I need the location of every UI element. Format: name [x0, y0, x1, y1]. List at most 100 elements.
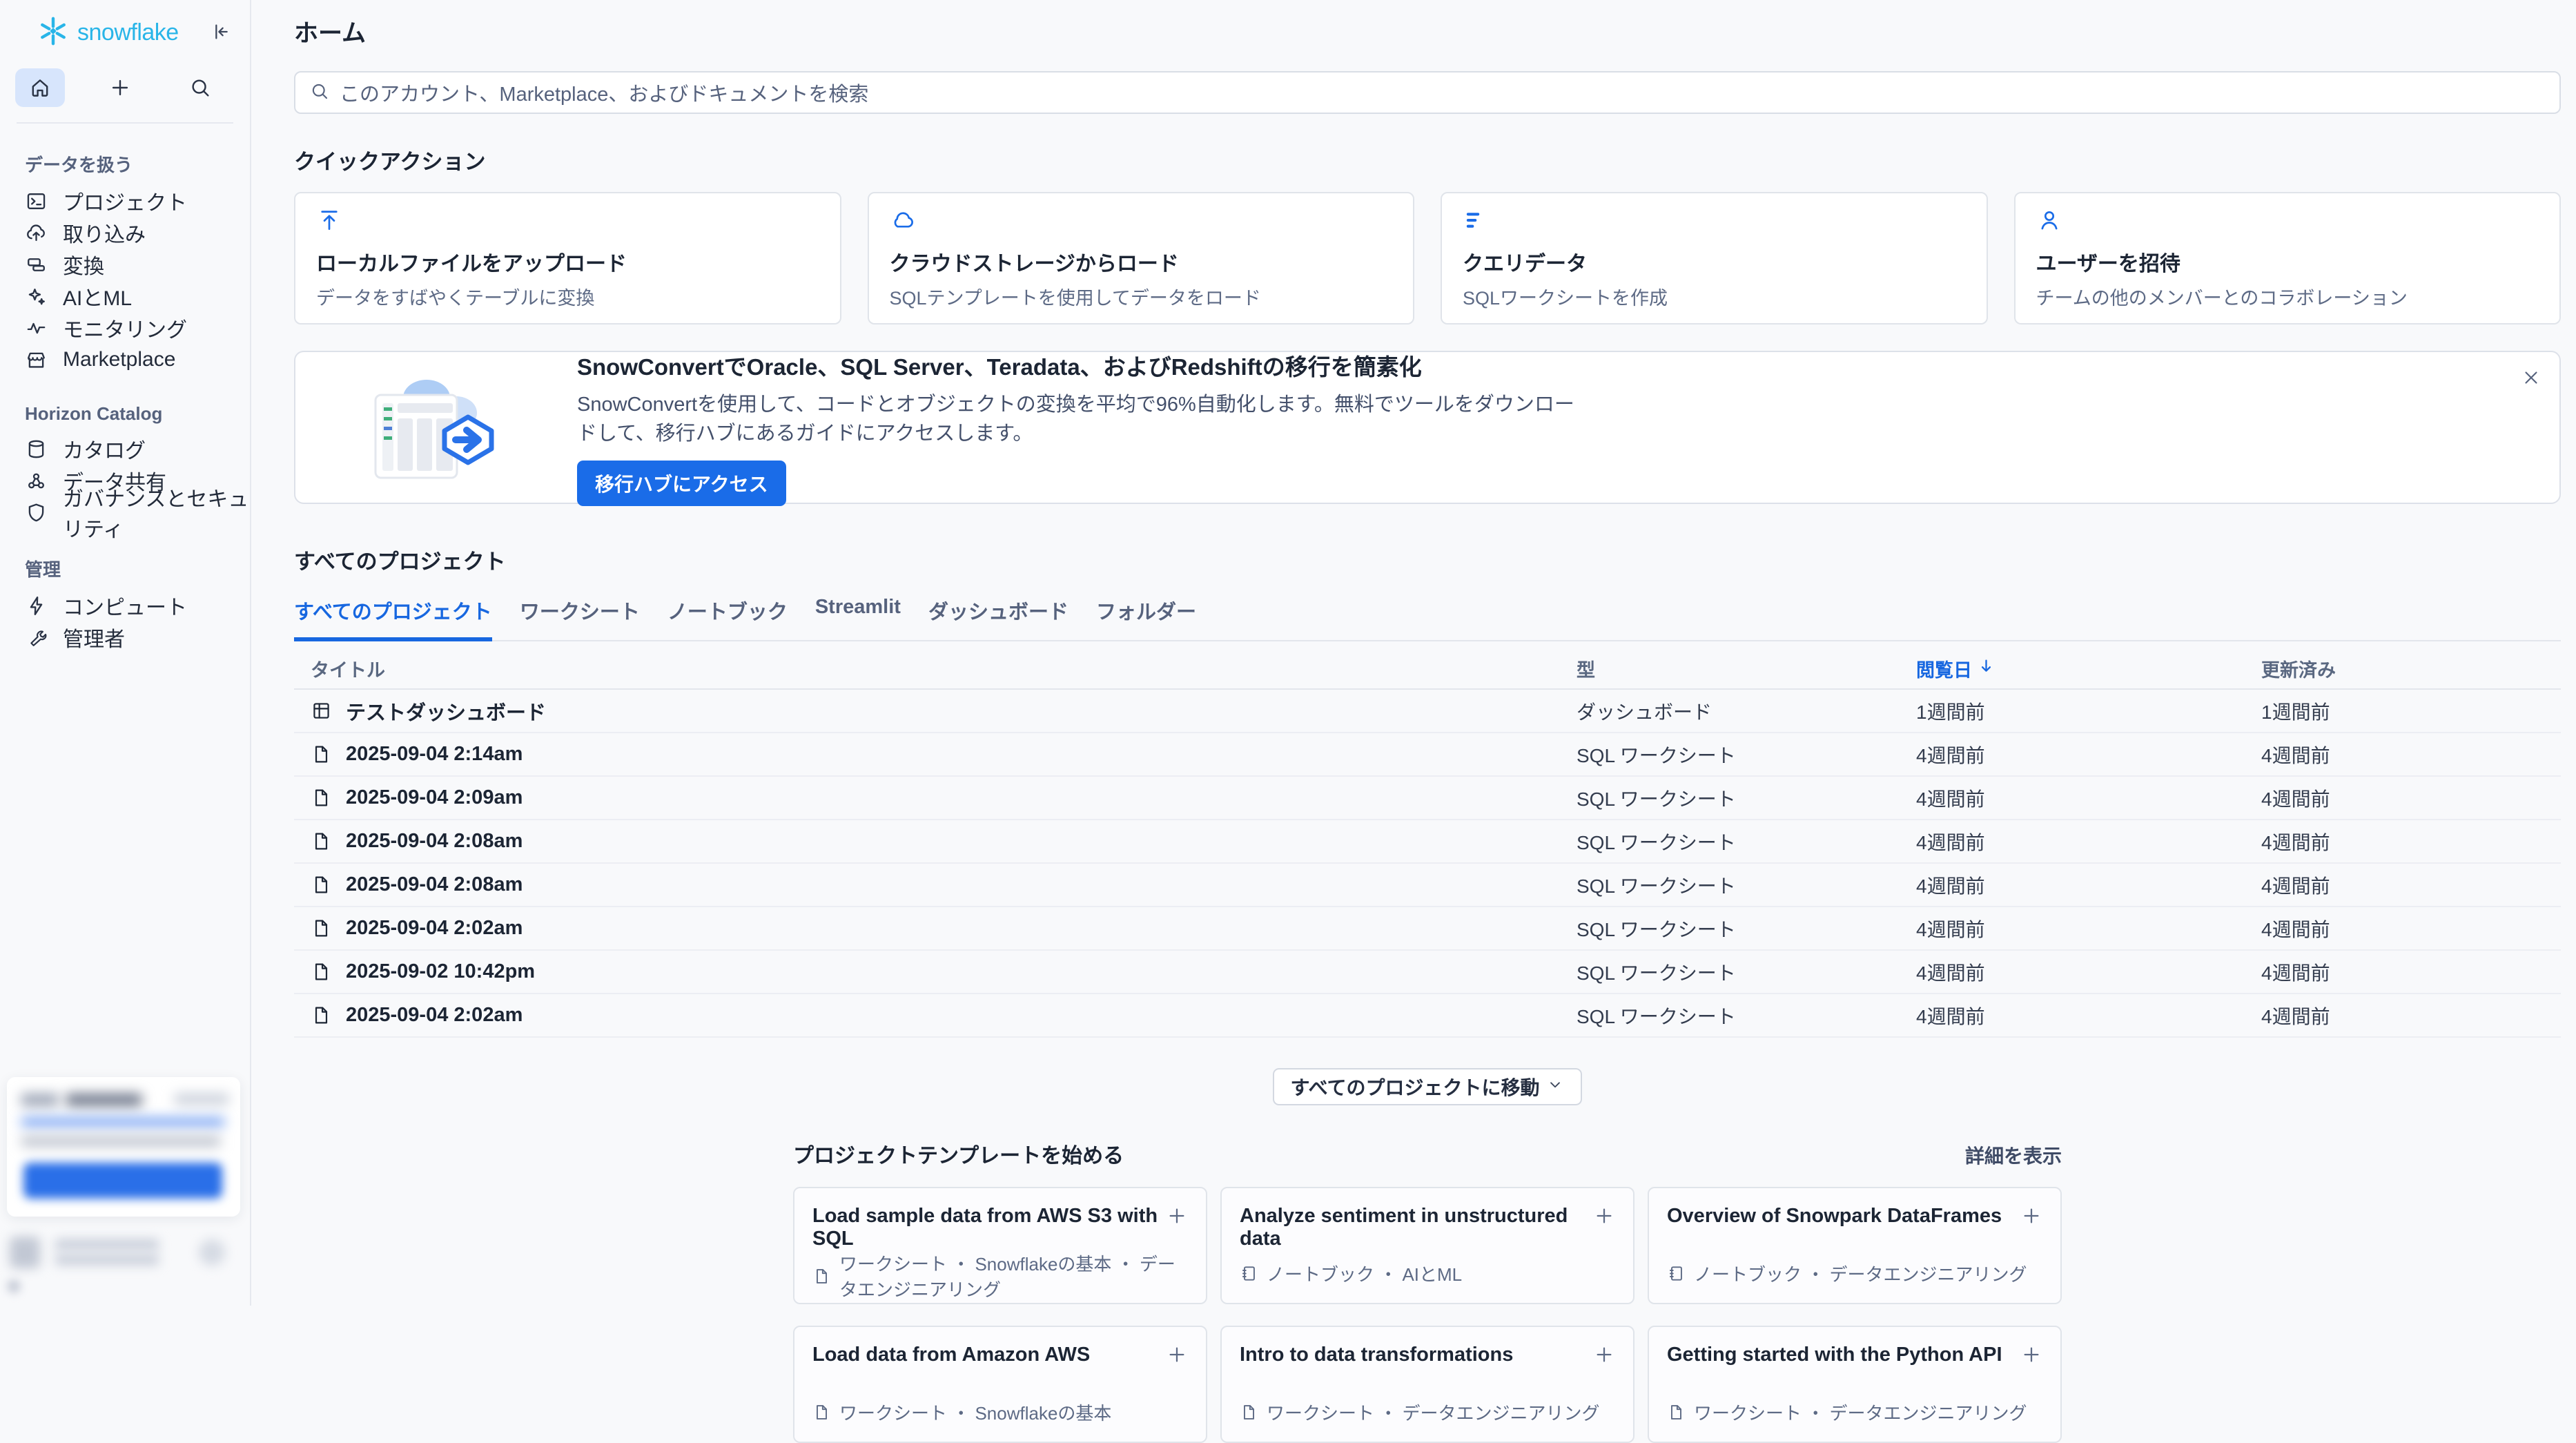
projects-tab[interactable]: ワークシート [520, 596, 640, 641]
projects-table: タイトル 型 閲覧日 更新済み テストダッシュボード ダッシュボード [294, 648, 2561, 1038]
add-template-icon[interactable] [1166, 1205, 1188, 1229]
redacted-promo-popup[interactable] [7, 1077, 240, 1217]
sidebar-quick-nav [0, 50, 250, 107]
projects-tab[interactable]: フォルダー [1096, 596, 1196, 641]
template-card[interactable]: Getting started with the Python API ワークシ… [1648, 1326, 2062, 1443]
sidebar-item[interactable]: モニタリング [0, 312, 250, 344]
template-meta: ワークシート ・ Snowflakeの基本 [839, 1400, 1111, 1425]
go-to-all-projects-button[interactable]: すべてのプロジェクトに移動 [1273, 1068, 1583, 1105]
sidebar-item[interactable]: 変換 [0, 249, 250, 280]
sidebar-section-label: 管理 [25, 556, 250, 581]
table-header-row: タイトル 型 閲覧日 更新済み [294, 648, 2561, 690]
add-template-icon[interactable] [1593, 1344, 1615, 1368]
avatar [10, 1237, 40, 1268]
notebook-icon [1667, 1264, 1686, 1283]
sidebar: snowflake データを扱う プロジェクト [0, 0, 251, 1306]
row-updated: 4週間前 [2261, 915, 2561, 942]
row-title: 2025-09-04 2:08am [346, 873, 523, 896]
create-plus-icon[interactable] [95, 68, 145, 107]
table-row[interactable]: テストダッシュボード ダッシュボード 1週間前 1週間前 [294, 690, 2561, 733]
template-card[interactable]: Intro to data transformations ワークシート ・ デ… [1220, 1326, 1635, 1443]
quick-action-card[interactable]: クラウドストレージからロード SQLテンプレートを使用してデータをロード [868, 192, 1415, 325]
template-card[interactable]: Overview of Snowpark DataFrames ノートブック ・… [1648, 1187, 2062, 1304]
template-meta: ノートブック ・ データエンジニアリング [1694, 1261, 2027, 1286]
template-card[interactable]: Load data from Amazon AWS ワークシート ・ Snowf… [793, 1326, 1207, 1443]
file-icon [812, 1403, 831, 1422]
add-template-icon[interactable] [2020, 1205, 2042, 1229]
migration-hub-button[interactable]: 移行ハブにアクセス [577, 461, 786, 506]
show-details-link[interactable]: 詳細を表示 [1965, 1141, 2062, 1169]
template-card[interactable]: Load sample data from AWS S3 with SQL ワー… [793, 1187, 1207, 1304]
user-menu[interactable] [10, 1234, 236, 1270]
column-updated[interactable]: 更新済み [2261, 655, 2561, 682]
sidebar-item[interactable]: カタログ [0, 433, 250, 465]
quick-action-card[interactable]: ユーザーを招待 チームの他のメンバーとのコラボレーション [2014, 192, 2562, 325]
template-meta: ワークシート ・ データエンジニアリング [1694, 1400, 2027, 1425]
sidebar-divider [17, 122, 233, 124]
sidebar-item[interactable]: ガバナンスとセキュリティ [0, 496, 250, 528]
snowflake-icon [37, 15, 69, 50]
table-row[interactable]: 2025-09-04 2:09am SQL ワークシート 4週間前 4週間前 [294, 777, 2561, 820]
sidebar-item-label: AIとML [63, 281, 132, 311]
projects-tab[interactable]: すべてのプロジェクト [294, 596, 492, 641]
table-row[interactable]: 2025-09-04 2:02am SQL ワークシート 4週間前 4週間前 [294, 994, 2561, 1038]
template-meta: ワークシート ・ データエンジニアリング [1267, 1400, 1599, 1425]
quick-action-card[interactable]: クエリデータ SQLワークシートを作成 [1441, 192, 1988, 325]
close-icon[interactable] [2517, 363, 2546, 394]
row-type: SQL ワークシート [1577, 1002, 1916, 1029]
row-viewed: 4週間前 [1916, 828, 2261, 855]
sidebar-item[interactable]: Marketplace [0, 344, 250, 376]
template-card[interactable]: Analyze sentiment in unstructured data ノ… [1220, 1187, 1635, 1304]
redacted-primary-button[interactable] [23, 1163, 222, 1199]
global-search-input[interactable]: このアカウント、Marketplace、およびドキュメントを検索 [294, 71, 2561, 114]
row-type: SQL ワークシート [1577, 828, 1916, 855]
projects-tab[interactable]: Streamlit [815, 596, 901, 641]
projects-tab[interactable]: ダッシュボード [928, 596, 1069, 641]
sidebar-item[interactable]: 管理者 [0, 621, 250, 653]
row-updated: 4週間前 [2261, 784, 2561, 812]
row-viewed: 4週間前 [1916, 1002, 2261, 1029]
sidebar-item-label: Marketplace [63, 348, 175, 371]
table-row[interactable]: 2025-09-04 2:08am SQL ワークシート 4週間前 4週間前 [294, 820, 2561, 864]
sidebar-item[interactable]: コンピュート [0, 590, 250, 621]
table-body: テストダッシュボード ダッシュボード 1週間前 1週間前 2025-09-04 … [294, 690, 2561, 1038]
row-viewed: 4週間前 [1916, 741, 2261, 768]
quick-action-title: クエリデータ [1463, 246, 1966, 277]
ingest-cloud-upload-icon [25, 222, 48, 244]
add-template-icon[interactable] [1593, 1205, 1615, 1229]
column-viewed[interactable]: 閲覧日 [1916, 655, 2261, 682]
projects-tab[interactable]: ノートブック [667, 596, 788, 641]
row-type: SQL ワークシート [1577, 958, 1916, 986]
add-template-icon[interactable] [2020, 1344, 2042, 1368]
monitoring-pulse-icon [25, 317, 48, 340]
sidebar-collapse-icon[interactable] [210, 21, 232, 45]
invite-user-icon [2036, 207, 2539, 237]
row-updated: 4週間前 [2261, 958, 2561, 986]
sidebar-nav: データを扱う プロジェクト 取り込み [0, 151, 250, 653]
table-row[interactable]: 2025-09-04 2:02am SQL ワークシート 4週間前 4週間前 [294, 907, 2561, 951]
sidebar-item[interactable]: AIとML [0, 280, 250, 312]
row-title: 2025-09-04 2:09am [346, 786, 523, 809]
sidebar-footer [7, 1077, 240, 1293]
add-template-icon[interactable] [1166, 1344, 1188, 1368]
redacted-user-badge [199, 1239, 225, 1266]
table-row[interactable]: 2025-09-04 2:14am SQL ワークシート 4週間前 4週間前 [294, 733, 2561, 777]
share-nodes-icon [25, 469, 48, 492]
projects-tabs: すべてのプロジェクト ワークシート ノートブック Streamlit ダッシュボ… [294, 596, 2561, 641]
quick-actions-heading: クイックアクション [294, 144, 2561, 175]
table-row[interactable]: 2025-09-04 2:08am SQL ワークシート 4週間前 4週間前 [294, 864, 2561, 907]
column-type[interactable]: 型 [1577, 655, 1916, 682]
storefront-icon [25, 349, 48, 371]
sidebar-item[interactable]: 取り込み [0, 217, 250, 249]
query-lines-icon [1463, 207, 1966, 237]
quick-action-card[interactable]: ローカルファイルをアップロード データをすばやくテーブルに変換 [294, 192, 841, 325]
quick-action-subtitle: データをすばやくテーブルに変換 [316, 283, 819, 310]
table-row[interactable]: 2025-09-02 10:42pm SQL ワークシート 4週間前 4週間前 [294, 951, 2561, 994]
templates-grid: Load sample data from AWS S3 with SQL ワー… [793, 1187, 2062, 1443]
column-title[interactable]: タイトル [294, 655, 1577, 682]
sidebar-item[interactable]: プロジェクト [0, 185, 250, 217]
sidebar-item-label: カタログ [63, 434, 146, 464]
home-icon[interactable] [15, 68, 65, 107]
search-icon[interactable] [175, 68, 225, 107]
ai-sparkles-icon [25, 285, 48, 308]
